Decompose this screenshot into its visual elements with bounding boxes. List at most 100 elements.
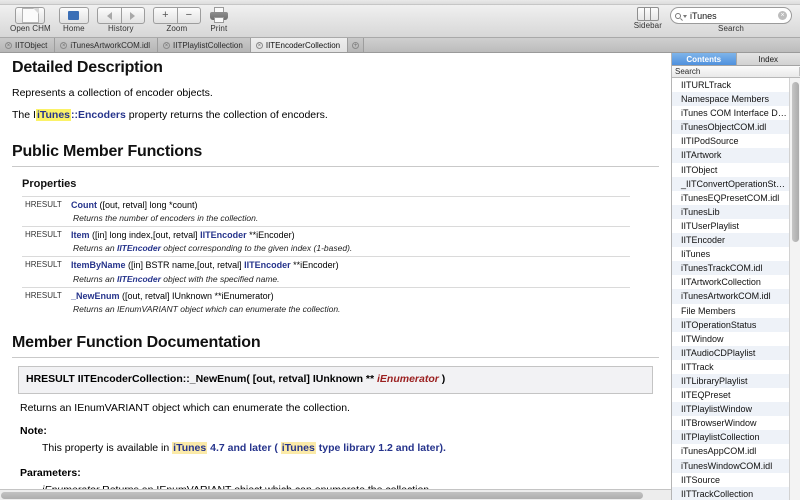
open-chm-button[interactable]: Open CHM	[10, 5, 51, 33]
close-icon[interactable]: ×	[5, 41, 12, 49]
list-item[interactable]: iTunesAppCOM.idl	[672, 444, 789, 458]
tab-label: IITEncoderCollection	[265, 40, 341, 50]
list-item[interactable]: IITEQPreset	[672, 388, 789, 402]
search-control: iTunes × Search	[670, 5, 792, 33]
list-item[interactable]: IITPlaylistWindow	[672, 402, 789, 417]
property-signature: ([in] long index,[out, retval]	[89, 230, 201, 241]
history-back-button[interactable]	[96, 7, 121, 24]
property-description: Returns an IEnumVARIANT object which can…	[71, 303, 627, 315]
properties-table: HRESULT Count ([out, retval] long *count…	[22, 195, 631, 318]
sidebar-toggle-button[interactable]: Sidebar	[634, 5, 662, 30]
tab-itunesartworkcom-idl[interactable]: × iTunesArtworkCOM.idl	[55, 38, 159, 52]
note-heading: Note:	[20, 424, 47, 437]
property-type-link[interactable]: IITEncoder	[200, 230, 247, 240]
chevron-down-icon[interactable]	[683, 15, 687, 18]
list-item[interactable]: IITBrowserWindow	[672, 416, 789, 430]
property-signature-tail: **iEncoder)	[246, 230, 295, 241]
list-item[interactable]: IITTrackCollection	[672, 486, 789, 500]
itunes-highlight[interactable]: iTunes	[35, 109, 71, 122]
close-icon[interactable]: ×	[60, 41, 68, 49]
zoom-out-button[interactable]: −	[176, 7, 201, 24]
encoders-link[interactable]: ::Encoders	[71, 109, 126, 121]
list-item[interactable]: IITAudioCDPlaylist	[672, 345, 789, 360]
description-line-1: Represents a collection of encoder objec…	[12, 87, 213, 100]
list-item[interactable]: IITOperationStatus	[672, 317, 789, 332]
sidebar-toggle-label: Sidebar	[633, 21, 662, 30]
list-item[interactable]: iTunesObjectCOM.idl	[672, 120, 789, 135]
zoom-control: + − Zoom	[152, 5, 201, 33]
list-item[interactable]: IITTrack	[672, 360, 789, 374]
property-type-link[interactable]: IITEncoder	[244, 260, 291, 270]
sidebar-vertical-scrollbar[interactable]	[789, 78, 800, 500]
list-item[interactable]: IITArtworkCollection	[672, 275, 789, 289]
list-item[interactable]: IITEncoder	[672, 233, 789, 248]
open-chm-label: Open CHM	[10, 24, 51, 33]
search-label: Search	[718, 24, 744, 33]
return-type: HRESULT	[22, 195, 68, 227]
home-icon	[68, 11, 80, 20]
history-label: History	[108, 24, 134, 33]
clear-search-icon[interactable]: ×	[778, 11, 787, 20]
property-signature-tail: **iEncoder)	[290, 260, 339, 271]
search-input[interactable]: iTunes ×	[670, 7, 792, 24]
tab-iitencodercollection[interactable]: × IITEncoderCollection	[250, 38, 349, 52]
horizontal-scrollbar-thumb[interactable]	[1, 491, 644, 499]
list-item[interactable]: IITLibraryPlaylist	[672, 373, 789, 389]
list-item[interactable]: iTunesLib	[672, 204, 789, 219]
property-name-link[interactable]: Item	[71, 230, 90, 240]
tab-iitobject[interactable]: × IITObject	[0, 38, 56, 52]
list-item[interactable]: iTunesWindowCOM.idl	[672, 458, 789, 473]
zoom-in-button[interactable]: +	[152, 7, 177, 24]
list-item[interactable]: IITArtwork	[672, 148, 789, 163]
table-row: HRESULT Item ([in] long index,[out, retv…	[22, 226, 631, 257]
list-item[interactable]: _IITConvertOperationStatus…	[672, 176, 789, 191]
list-item[interactable]: iTunesTrackCOM.idl	[672, 261, 789, 276]
print-label: Print	[210, 24, 228, 33]
desc-type-link[interactable]: IITEncoder	[117, 243, 161, 253]
desc2-suffix: property returns the collection of encod…	[125, 109, 328, 122]
list-item[interactable]: Namespace Members	[672, 92, 789, 107]
property-name-link[interactable]: ItemByName	[71, 260, 126, 270]
tab-contents[interactable]: Contents	[672, 53, 737, 65]
list-item[interactable]: IITPlaylistCollection	[672, 430, 789, 445]
sidebar-column-header[interactable]: Search	[672, 66, 800, 78]
list-item[interactable]: iTunes COM Interface Docu…	[672, 106, 789, 120]
list-item[interactable]: iTunesArtworkCOM.idl	[672, 289, 789, 304]
list-item[interactable]: File Members	[672, 304, 789, 318]
desc-post: object corresponding to the given index …	[160, 243, 353, 254]
tab-index[interactable]: Index	[737, 53, 800, 65]
desc-pre: Returns an IEnumVARIANT object which can…	[73, 303, 341, 314]
list-item[interactable]: IITObject	[672, 163, 789, 177]
home-button[interactable]: Home	[58, 5, 89, 33]
property-signature: ([out, retval] long *count)	[97, 199, 198, 210]
print-button[interactable]: Print	[209, 5, 229, 33]
property-name-link[interactable]: _NewEnum	[71, 291, 120, 301]
list-item[interactable]: IITUserPlaylist	[672, 219, 789, 233]
table-row: HRESULT ItemByName ([in] BSTR name,[out,…	[22, 256, 631, 288]
list-item[interactable]: IITWindow	[672, 332, 789, 346]
plus-icon: +	[162, 9, 169, 21]
list-item[interactable]: IITURLTrack	[672, 78, 789, 92]
sidebar-scrollbar-thumb[interactable]	[792, 82, 799, 242]
new-tab-button[interactable]: +	[348, 38, 365, 52]
list-item[interactable]: iTunesEQPresetCOM.idl	[672, 191, 789, 205]
history-forward-button[interactable]	[120, 7, 145, 24]
properties-heading: Properties	[22, 177, 77, 190]
list-item[interactable]: IiTunes	[672, 247, 789, 261]
tab-iitplaylistcollection[interactable]: × IITPlaylistCollection	[158, 38, 251, 52]
desc-type-link[interactable]: IITEncoder	[117, 274, 161, 284]
note-mid-2: type library 1.2 and later).	[315, 442, 446, 455]
chm-viewer-window: Open CHM Home History + − Zoom Print Sid…	[0, 0, 800, 500]
list-item[interactable]: IITSource	[672, 473, 789, 487]
desc-pre: Returns an	[73, 273, 117, 284]
list-item[interactable]: IITIPodSource	[672, 134, 789, 148]
chevron-right-icon	[130, 11, 136, 20]
note-mid-1: 4.7 and later (	[207, 442, 281, 455]
close-icon[interactable]: ×	[255, 41, 263, 49]
close-icon[interactable]: ×	[163, 41, 171, 49]
horizontal-scrollbar[interactable]	[0, 489, 671, 500]
printer-icon	[209, 7, 229, 24]
itunes-highlight: iTunes	[280, 442, 316, 455]
tab-label: iTunesArtworkCOM.idl	[70, 40, 151, 50]
property-name-link[interactable]: Count	[71, 200, 97, 210]
